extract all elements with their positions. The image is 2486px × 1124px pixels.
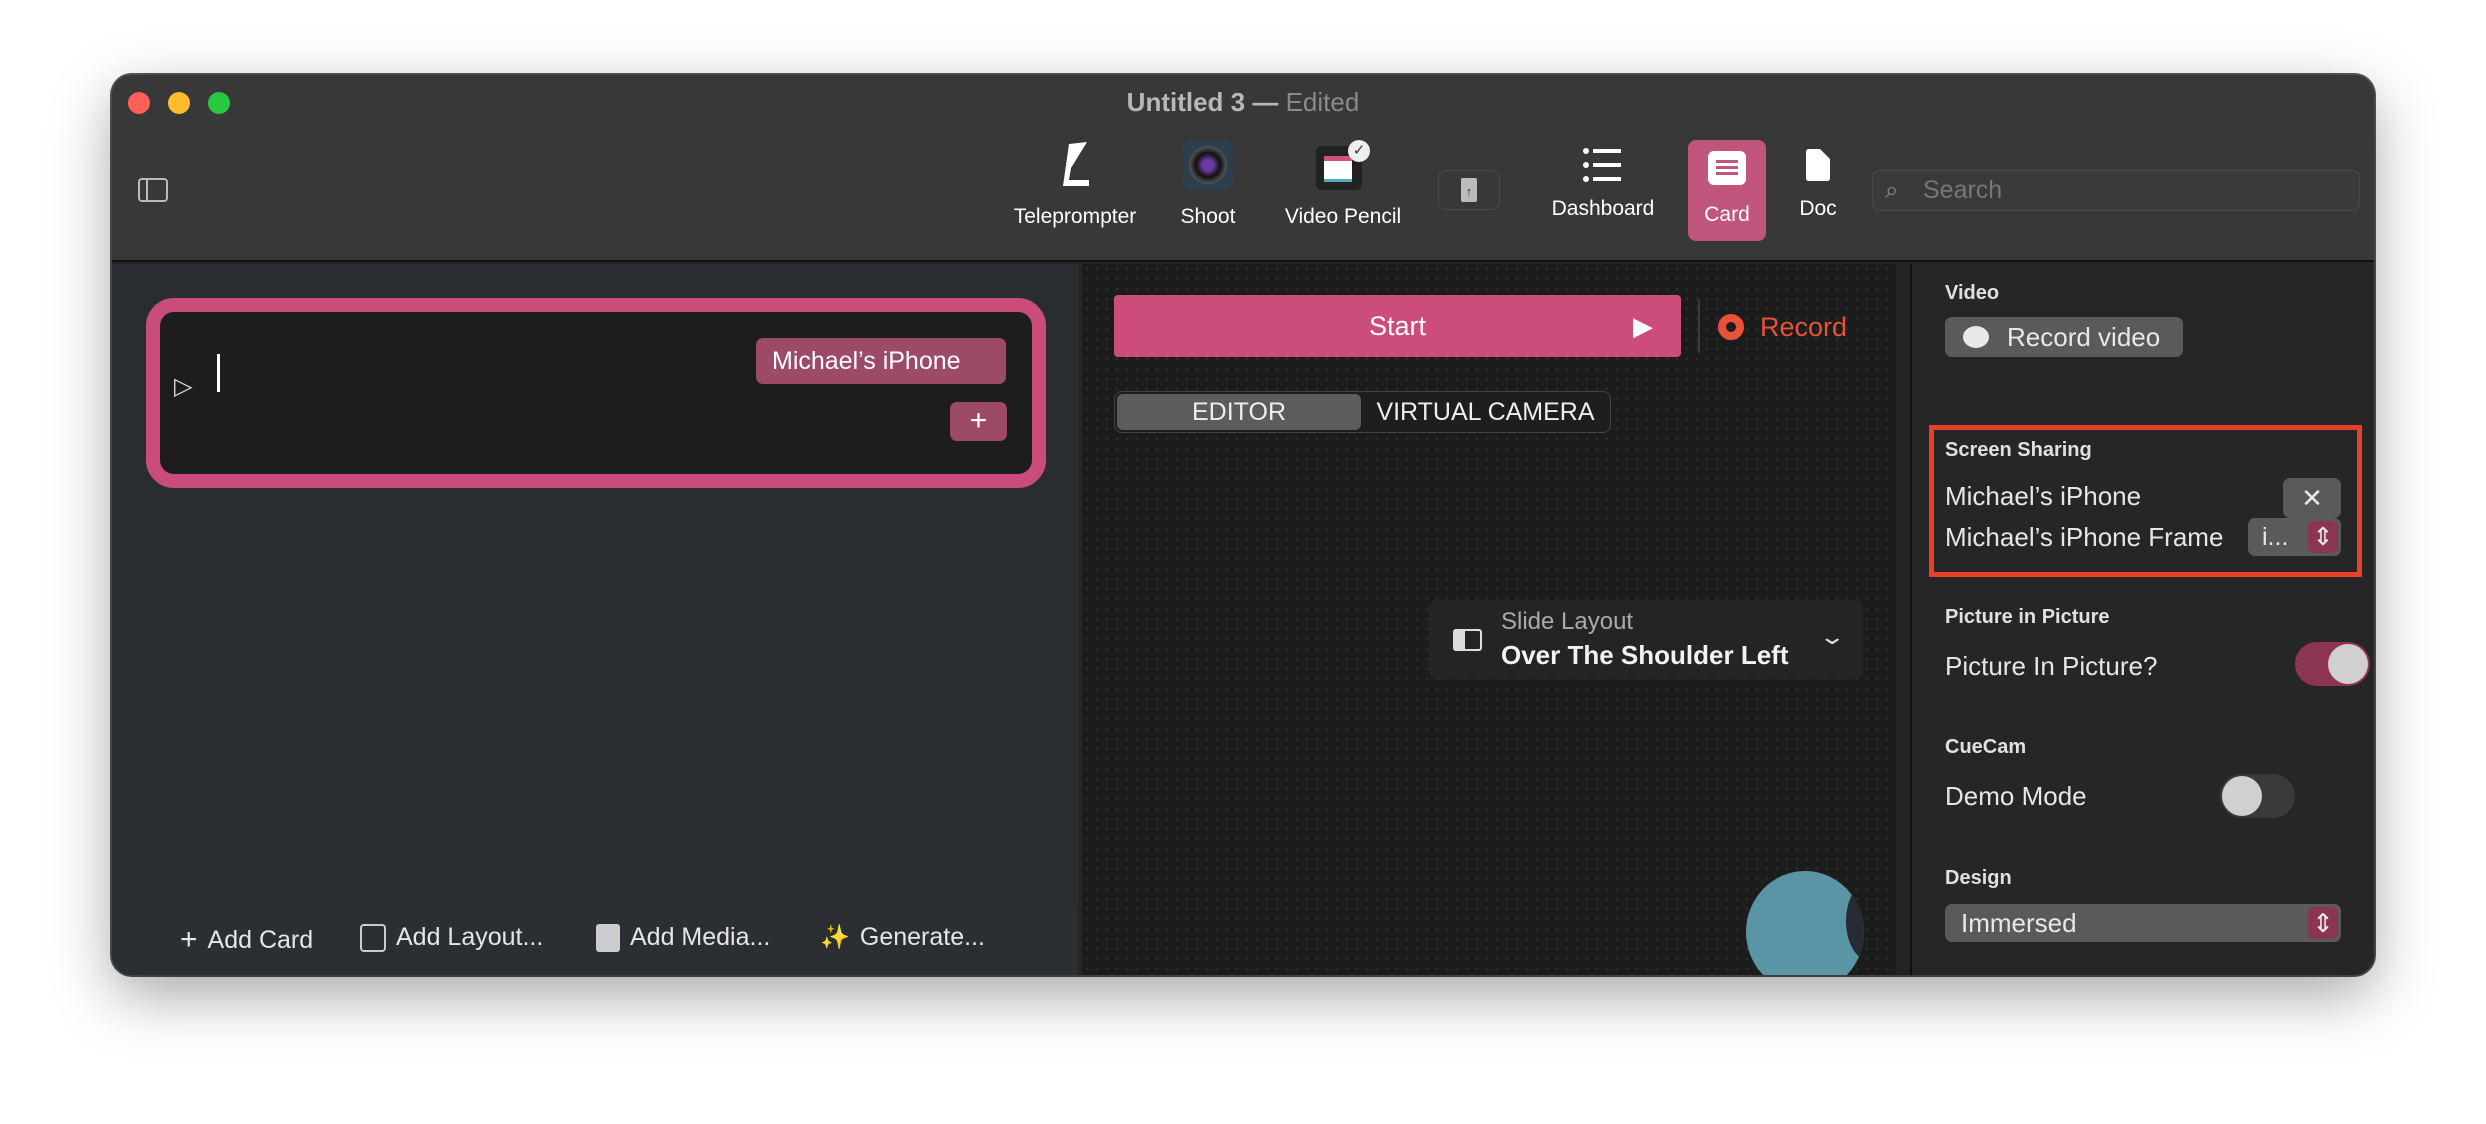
record-icon (1718, 314, 1744, 340)
record-video-label: Record video (2007, 322, 2161, 352)
card-list-pane: ▷ Michael’s iPhone + + Add Card Add Layou… (112, 264, 1078, 975)
start-label: Start (1368, 311, 1427, 341)
camera-lens-icon (1168, 135, 1248, 195)
edited-status: Edited (1285, 87, 1360, 117)
pip-label: Picture In Picture? (1945, 651, 2158, 681)
search-icon: ⌕ (1885, 177, 1899, 204)
share-document-icon: ↑ (1461, 178, 1477, 202)
screen-sharing-header: Screen Sharing (1945, 439, 2092, 461)
text-cursor[interactable] (217, 354, 220, 392)
stepper-chevrons-icon: ⇕ (2308, 521, 2338, 553)
share-document-button[interactable]: ↑ (1438, 170, 1500, 210)
add-to-card-button[interactable]: + (950, 402, 1007, 441)
toolbar-label: Dashboard (1551, 197, 1655, 220)
teleprompter-icon (1005, 135, 1145, 195)
play-icon: ▶ (1633, 311, 1653, 341)
cuecam-header: CueCam (1945, 736, 2027, 758)
tab-editor[interactable]: EDITOR (1117, 394, 1361, 430)
close-icon: ✕ (2301, 483, 2323, 513)
video-pencil-icon: ✓ (1278, 135, 1408, 195)
pip-toggle[interactable] (2295, 642, 2370, 686)
magic-wand-icon: ✨ (820, 924, 850, 951)
frame-popup[interactable]: i... ⇕ (2248, 518, 2341, 556)
button-label: Add Card (207, 925, 314, 954)
sidebar-toggle-icon[interactable] (138, 178, 168, 202)
list-icon (1543, 135, 1663, 195)
toolbar-card[interactable]: Card (1688, 140, 1766, 241)
demo-mode-toggle[interactable] (2220, 774, 2295, 818)
card-item[interactable]: ▷ Michael’s iPhone + (146, 298, 1046, 488)
inspector-panel: Video Record video Screen Sharing Michae… (1912, 264, 2374, 975)
play-card-icon[interactable]: ▷ (174, 372, 192, 401)
divider (1698, 299, 1700, 353)
record-label: Record (1760, 311, 1848, 342)
pip-header: Picture in Picture (1945, 606, 2110, 628)
slide-layout-dropdown[interactable]: Slide Layout Over The Shoulder Left ⌄ (1429, 600, 1863, 679)
toggle-knob (1963, 326, 1989, 348)
window-title: Untitled 3 — Edited (112, 87, 2374, 118)
frame-label: Michael’s iPhone Frame (1945, 522, 2224, 552)
add-media-button[interactable]: Add Media... (596, 923, 770, 952)
toggle-knob (2328, 644, 2368, 684)
toolbar-label: Video Pencil (1284, 205, 1402, 228)
toolbar-label: Doc (1799, 197, 1837, 220)
screen-share-chip[interactable]: Michael’s iPhone (756, 338, 1006, 384)
design-popup[interactable]: Immersed ⇕ (1945, 904, 2341, 942)
design-value: Immersed (1961, 908, 2077, 938)
add-layout-icon (360, 923, 386, 952)
demo-mode-label: Demo Mode (1945, 781, 2087, 811)
generate-button[interactable]: ✨ Generate... (820, 923, 985, 952)
preview-pane: Start ▶ Record EDITOR VIRTUAL CAMERA Slid… (1082, 264, 1896, 975)
video-section-header: Video (1945, 282, 2000, 304)
button-label: Add Media... (630, 923, 771, 951)
title-separator: — (1252, 87, 1279, 117)
slide-layout-value: Over The Shoulder Left (1501, 640, 1789, 670)
toolbar-teleprompter[interactable]: Teleprompter (1005, 135, 1145, 229)
add-layout-button[interactable]: Add Layout... (360, 923, 543, 952)
search-input[interactable]: ⌕ Search (1872, 170, 2360, 211)
search-placeholder: Search (1923, 176, 2003, 204)
chevron-down-icon: ⌄ (1817, 624, 1846, 649)
title-bar: Untitled 3 — Edited Teleprompter Shoot ✓… (112, 75, 2374, 262)
slide-layout-label: Slide Layout (1501, 608, 1634, 635)
toolbar-shoot[interactable]: Shoot (1168, 135, 1248, 229)
toggle-knob (2222, 776, 2262, 816)
card-actions-bar: + Add Card Add Layout... Add Media... ✨ Ge… (112, 907, 1078, 975)
slide-layout-icon (1453, 629, 1482, 651)
remove-screen-share-button[interactable]: ✕ (2283, 478, 2341, 518)
record-button[interactable]: Record (1718, 302, 1847, 352)
button-label: Add Layout... (396, 923, 544, 951)
toolbar-label: Shoot (1180, 205, 1236, 228)
frame-value: i... (2262, 523, 2289, 551)
plus-icon: + (180, 923, 198, 956)
document-name: Untitled 3 (1126, 87, 1246, 117)
shared-device-name: Michael’s iPhone (1945, 481, 2142, 511)
view-mode-segmented: EDITOR VIRTUAL CAMERA (1114, 391, 1611, 433)
toolbar-dashboard[interactable]: Dashboard (1543, 135, 1663, 221)
app-window: Untitled 3 — Edited Teleprompter Shoot ✓… (112, 75, 2374, 975)
tab-virtual-camera[interactable]: VIRTUAL CAMERA (1363, 394, 1608, 430)
camera-bubble[interactable] (1746, 871, 1864, 975)
record-video-toggle[interactable]: Record video (1945, 317, 2183, 357)
toolbar-doc[interactable]: Doc (1788, 135, 1848, 221)
stepper-chevrons-icon: ⇕ (2308, 907, 2338, 939)
start-button[interactable]: Start ▶ (1114, 295, 1681, 357)
card-icon (1688, 140, 1766, 195)
scroll-gutter (1896, 264, 1912, 975)
toolbar-label: Card (1704, 203, 1750, 226)
button-label: Generate... (859, 923, 985, 951)
add-card-button[interactable]: + Add Card (180, 923, 313, 957)
design-header: Design (1945, 867, 2012, 889)
document-icon (1788, 135, 1848, 195)
toolbar-label: Teleprompter (1013, 205, 1137, 228)
toolbar-video-pencil[interactable]: ✓ Video Pencil (1278, 135, 1408, 229)
photo-icon (596, 923, 620, 952)
